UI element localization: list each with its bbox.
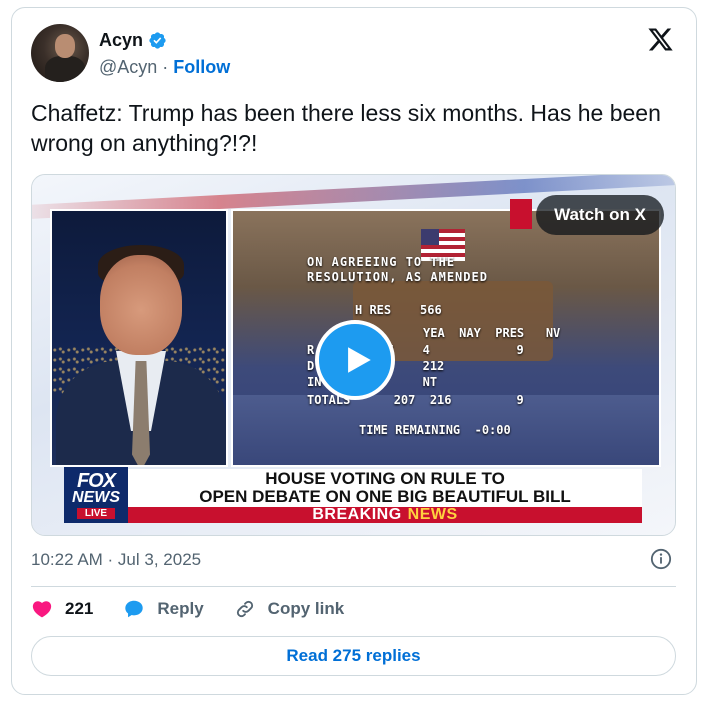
vote-board-line2: RESOLUTION, AS AMENDED bbox=[307, 270, 488, 284]
guest-face bbox=[100, 255, 182, 355]
tweet-timestamp[interactable]: 10:22 AM · Jul 3, 2025 bbox=[31, 550, 201, 570]
breaking-label: BREAKING bbox=[312, 506, 402, 523]
author-name[interactable]: Acyn bbox=[99, 30, 143, 51]
breaking-news-label: NEWS bbox=[407, 506, 458, 523]
headline-line2: OPEN DEBATE ON ONE BIG BEAUTIFUL BILL bbox=[199, 487, 571, 506]
action-bar: 221 Reply Copy link bbox=[31, 598, 344, 620]
play-icon bbox=[348, 347, 371, 373]
tweet-text: Chaffetz: Trump has been there less six … bbox=[31, 100, 661, 156]
reply-label: Reply bbox=[157, 599, 204, 618]
headline-box: HOUSE VOTING ON RULE TO OPEN DEBATE ON O… bbox=[128, 469, 642, 507]
vote-board-line1: ON AGREEING TO THE bbox=[307, 255, 456, 269]
headline-line1: HOUSE VOTING ON RULE TO bbox=[265, 469, 505, 488]
copy-link-button[interactable]: Copy link bbox=[234, 598, 345, 620]
author-handle[interactable]: @Acyn bbox=[99, 57, 157, 78]
fox-news-logo: FOX NEWS LIVE bbox=[64, 467, 128, 523]
author-handle-row: @Acyn · Follow bbox=[99, 57, 230, 78]
fox-logo-line1: FOX bbox=[76, 469, 116, 492]
breaking-news-bar: BREAKING NEWS bbox=[128, 506, 642, 523]
lower-third: FOX NEWS LIVE HOUSE VOTING ON RULE TO OP… bbox=[64, 467, 642, 525]
handle-separator: · bbox=[162, 57, 169, 77]
avatar[interactable] bbox=[31, 24, 89, 82]
vote-header: YEA NAY PRES NV bbox=[423, 326, 561, 340]
vote-board: ON AGREEING TO THE RESOLUTION, AS AMENDE… bbox=[307, 255, 488, 285]
avatar-face bbox=[55, 34, 75, 58]
avatar-body bbox=[45, 56, 85, 82]
fox-logo-line2: NEWS bbox=[72, 488, 120, 506]
play-button[interactable] bbox=[315, 320, 395, 400]
reply-button[interactable]: Reply bbox=[123, 598, 204, 620]
live-badge bbox=[510, 199, 532, 229]
x-logo-icon[interactable] bbox=[647, 26, 674, 53]
heart-icon bbox=[32, 601, 52, 618]
watch-on-x-button[interactable]: Watch on X bbox=[536, 195, 664, 235]
follow-button[interactable]: Follow bbox=[173, 57, 230, 78]
author-name-row: Acyn bbox=[99, 30, 167, 51]
link-icon bbox=[236, 600, 253, 618]
like-button[interactable]: 221 bbox=[31, 598, 93, 620]
info-icon[interactable] bbox=[650, 548, 672, 570]
vote-res: H RES 566 bbox=[355, 303, 442, 317]
like-count: 221 bbox=[65, 599, 94, 618]
read-replies-button[interactable]: Read 275 replies bbox=[31, 636, 676, 676]
fox-logo-live: LIVE bbox=[76, 507, 116, 519]
vote-time-remaining: TIME REMAINING -0:00 bbox=[359, 423, 511, 437]
verified-badge-icon bbox=[149, 32, 166, 49]
house-floor-panel: ON AGREEING TO THE RESOLUTION, AS AMENDE… bbox=[231, 209, 661, 467]
reply-bubble-icon bbox=[125, 600, 144, 618]
tweet-card: Acyn @Acyn · Follow Chaffetz: Trump has … bbox=[11, 7, 697, 695]
guest-video-panel bbox=[50, 209, 228, 467]
copy-link-label: Copy link bbox=[267, 599, 345, 618]
video-player[interactable]: ON AGREEING TO THE RESOLUTION, AS AMENDE… bbox=[31, 174, 676, 536]
divider bbox=[31, 586, 676, 587]
